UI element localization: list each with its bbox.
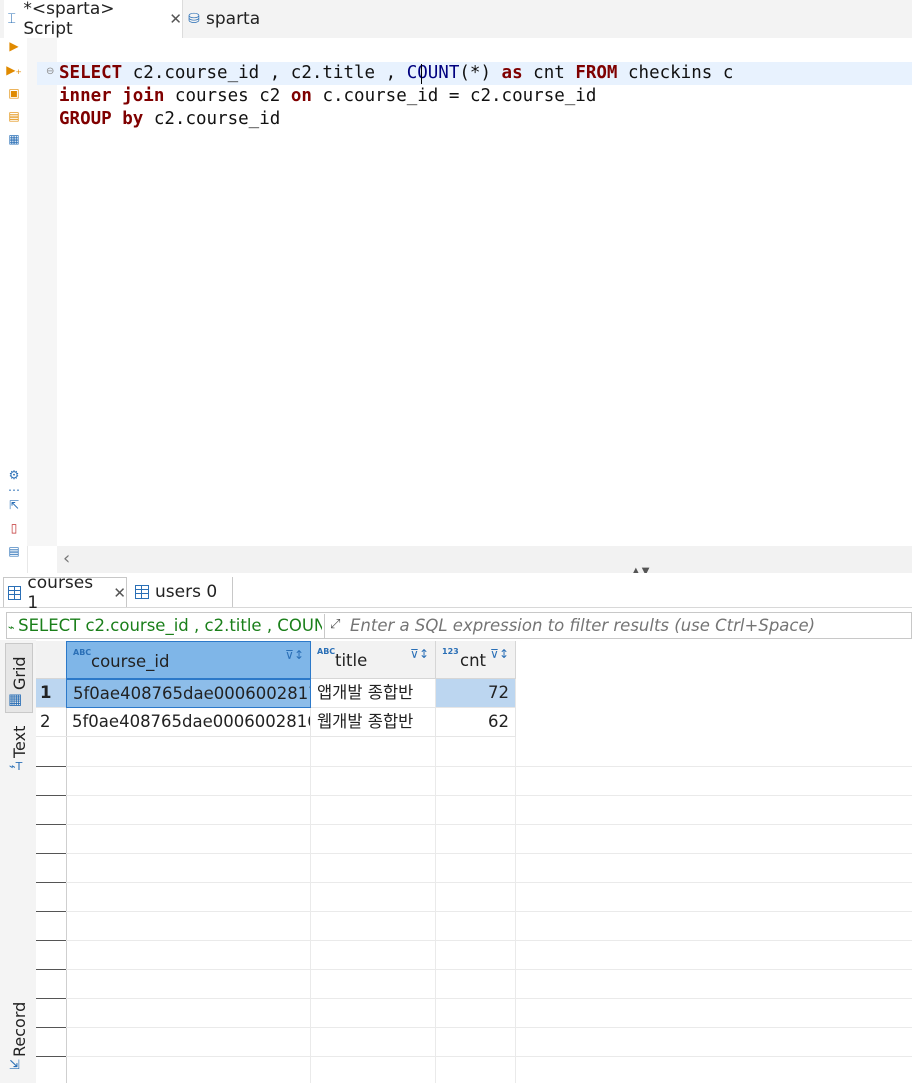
tab-sparta[interactable]: ⛁ sparta xyxy=(186,0,306,38)
filter-sort-icon[interactable]: ⊽↕ xyxy=(410,647,429,661)
grid-line xyxy=(310,737,311,1083)
table-cell-course-id[interactable]: 5f0ae408765dae0006002817 xyxy=(66,679,311,708)
column-header-course-id[interactable]: ABC course_id ⊽↕ xyxy=(66,641,311,679)
sql-line-1: SELECT c2.course_id , c2.title , COUNT(*… xyxy=(59,63,734,83)
tab-sparta-label: sparta xyxy=(206,9,261,29)
row-tick xyxy=(36,795,66,796)
more-icon[interactable]: ⋯ xyxy=(6,482,22,498)
tab-grid-label: Grid xyxy=(10,656,29,690)
script-icon: ⌶ xyxy=(7,11,16,27)
grid-corner xyxy=(36,641,66,679)
number-type-icon: 123 xyxy=(442,647,459,656)
horizontal-scrollbar[interactable] xyxy=(57,546,912,573)
export-icon[interactable]: ⇱ xyxy=(6,497,22,513)
row-tick xyxy=(36,1056,66,1057)
new-script-icon[interactable]: ▤ xyxy=(6,543,22,559)
row-tick xyxy=(36,998,66,999)
grid-line xyxy=(515,737,516,1083)
table-cell-title[interactable]: 웹개발 종합반 xyxy=(311,708,436,737)
table-icon xyxy=(135,585,149,599)
execute-script-new-tab-icon[interactable]: ▤ xyxy=(6,108,22,124)
row-number[interactable]: 1 xyxy=(36,679,66,708)
row-tick xyxy=(36,969,66,970)
text-caret xyxy=(421,64,422,84)
grid-line xyxy=(66,853,912,854)
grid-line xyxy=(66,766,912,767)
grid-line xyxy=(66,969,912,970)
fold-icon[interactable]: ⊖ xyxy=(46,66,54,77)
sql-line-2: inner join courses c2 on c.course_id = c… xyxy=(59,86,597,106)
close-icon[interactable]: ✕ xyxy=(169,10,182,28)
explain-plan-icon[interactable]: ▦ xyxy=(6,131,22,147)
execute-script-icon[interactable]: ▣ xyxy=(6,85,22,101)
row-tick xyxy=(36,824,66,825)
row-tick xyxy=(36,766,66,767)
scroll-left-icon[interactable]: ‹ xyxy=(63,548,70,569)
filter-input[interactable] xyxy=(350,614,900,638)
column-header-title[interactable]: ABC title ⊽↕ xyxy=(311,641,436,679)
divider xyxy=(324,614,325,638)
delete-file-icon[interactable]: ▯ xyxy=(6,520,22,536)
tab-record[interactable]: Record xyxy=(10,1002,29,1057)
grid-line xyxy=(66,1027,912,1028)
string-type-icon: ABC xyxy=(317,647,336,656)
tab-users-label: users 0 xyxy=(155,582,218,602)
filter-sort-icon[interactable]: ⊽↕ xyxy=(490,647,509,661)
tab-script[interactable]: ⌶ *<sparta> Script ✕ xyxy=(4,0,183,39)
text-icon: ⌁T xyxy=(9,760,23,773)
table-cell-cnt[interactable]: 62 xyxy=(436,708,516,737)
execute-in-new-tab-icon[interactable]: ▶₊ xyxy=(6,62,22,78)
expand-icon[interactable]: ⤢ xyxy=(330,614,340,636)
tab-users[interactable]: users 0 xyxy=(131,577,233,607)
tab-script-label: *<sparta> Script xyxy=(23,0,115,39)
grid-line xyxy=(66,911,912,912)
close-icon[interactable]: ✕ xyxy=(113,584,126,602)
grid-line xyxy=(66,998,912,999)
database-icon: ⛁ xyxy=(188,11,200,27)
string-type-icon: ABC xyxy=(73,648,92,657)
row-tick xyxy=(36,1027,66,1028)
tab-courses[interactable]: courses 1 ✕ xyxy=(3,573,127,613)
grid-line xyxy=(66,795,912,796)
grid-line xyxy=(66,940,912,941)
gear-icon[interactable]: ⚙ xyxy=(6,467,22,483)
filter-query-text[interactable]: ⌁ SELECT c2.course_id , c2.title , COUNT xyxy=(8,614,322,638)
tab-courses-label: courses 1 xyxy=(27,572,94,613)
fold-gutter xyxy=(27,38,57,546)
table-cell-title[interactable]: 앱개발 종합반 xyxy=(311,679,436,708)
execute-statement-icon[interactable]: ▶ xyxy=(6,38,22,54)
row-tick xyxy=(36,911,66,912)
table-icon xyxy=(8,585,22,600)
row-tick xyxy=(36,853,66,854)
grid-icon: ▦ xyxy=(8,690,23,708)
sql-line-3: GROUP by c2.course_id xyxy=(59,109,281,129)
grid-line xyxy=(66,882,912,883)
column-header-cnt[interactable]: 123 cnt ⊽↕ xyxy=(436,641,516,679)
row-number[interactable]: 2 xyxy=(36,708,66,737)
table-cell-course-id[interactable]: 5f0ae408765dae0006002816 xyxy=(66,708,311,737)
filter-sort-icon[interactable]: ⊽↕ xyxy=(285,648,304,662)
grid-line xyxy=(66,1056,912,1057)
query-icon: ⌁ xyxy=(8,621,19,634)
table-cell-cnt[interactable]: 72 xyxy=(436,679,516,708)
row-tick xyxy=(36,882,66,883)
tab-text[interactable]: Text xyxy=(10,726,29,758)
grid-line xyxy=(435,737,436,1083)
row-tick xyxy=(36,940,66,941)
record-icon: ⇲ xyxy=(9,1058,20,1073)
grid-line xyxy=(66,824,912,825)
